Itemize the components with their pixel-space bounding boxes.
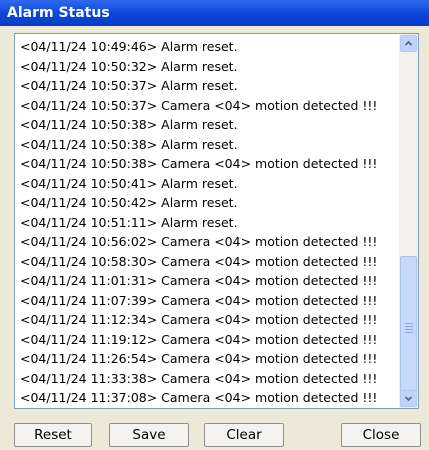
close-button[interactable]: Close bbox=[341, 423, 421, 447]
log-entry: <04/11/24 10:50:38> Alarm reset. bbox=[20, 117, 238, 132]
window-title: Alarm Status bbox=[7, 5, 110, 21]
log-entry: <04/11/24 11:07:39> Camera <04> motion d… bbox=[20, 292, 378, 308]
title-bar: Alarm Status bbox=[0, 0, 429, 26]
clear-button[interactable]: Clear bbox=[204, 423, 284, 447]
chevron-down-icon bbox=[405, 396, 412, 402]
log-entry: <04/11/24 11:41:55> Camera <04> motion d… bbox=[20, 408, 394, 409]
scroll-thumb[interactable] bbox=[400, 256, 417, 407]
log-entry: <04/11/24 10:50:42> Alarm reset. bbox=[20, 195, 238, 210]
chevron-up-icon bbox=[405, 40, 412, 46]
log-lines: <04/11/24 10:49:46> Alarm reset. <04/11/2… bbox=[20, 37, 394, 409]
reset-button[interactable]: Reset bbox=[14, 423, 92, 447]
log-entry: <04/11/24 10:49:46> Alarm reset. bbox=[20, 39, 238, 54]
log-entry: <04/11/24 10:58:30> Camera <04> motion d… bbox=[20, 253, 378, 269]
log-entry: <04/11/24 10:50:38> Alarm reset. bbox=[20, 136, 238, 152]
log-entry: <04/11/24 11:12:34> Camera <04> motion d… bbox=[20, 312, 378, 327]
log-entry: <04/11/24 11:26:54> Camera <04> motion d… bbox=[20, 351, 378, 366]
vertical-scrollbar[interactable] bbox=[399, 34, 418, 408]
log-entry: <04/11/24 10:50:37> Camera <04> motion d… bbox=[20, 97, 378, 113]
log-entry: <04/11/24 11:37:08> Camera <04> motion d… bbox=[20, 390, 378, 405]
log-entry: <04/11/24 10:51:11> Alarm reset. bbox=[20, 214, 238, 230]
log-entry: <04/11/24 11:01:31> Camera <04> motion d… bbox=[20, 273, 378, 288]
log-entry: <04/11/24 10:56:02> Camera <04> motion d… bbox=[20, 234, 378, 249]
log-entry: <04/11/24 10:50:38> Camera <04> motion d… bbox=[20, 156, 378, 171]
log-entry: <04/11/24 11:19:12> Camera <04> motion d… bbox=[20, 331, 378, 347]
log-entry: <04/11/24 10:50:41> Alarm reset. bbox=[20, 175, 238, 191]
grip-icon bbox=[405, 323, 413, 335]
save-button[interactable]: Save bbox=[109, 423, 189, 447]
alarm-log-list[interactable]: <04/11/24 10:49:46> Alarm reset. <04/11/2… bbox=[14, 33, 419, 409]
scroll-up-button[interactable] bbox=[400, 35, 417, 52]
log-entry: <04/11/24 10:50:37> Alarm reset. bbox=[20, 78, 238, 93]
log-entry: <04/11/24 11:33:38> Camera <04> motion d… bbox=[20, 370, 378, 386]
scroll-down-button[interactable] bbox=[400, 390, 417, 407]
log-entry: <04/11/24 10:50:32> Alarm reset. bbox=[20, 58, 238, 74]
